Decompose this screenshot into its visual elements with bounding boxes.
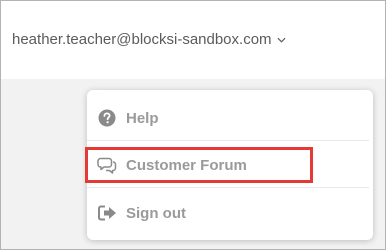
app-frame: heather.teacher@blocksi-sandbox.com Help [0,0,386,250]
menu-item-sign-out-label: Sign out [126,204,186,222]
question-circle-icon [97,108,117,128]
menu-divider [87,187,369,188]
menu-item-help-label: Help [126,109,159,127]
menu-item-sign-out[interactable]: Sign out [87,190,373,236]
menu-item-help[interactable]: Help [87,95,373,141]
menu-divider [87,140,369,141]
comments-icon [97,155,117,175]
top-bar: heather.teacher@blocksi-sandbox.com [1,1,385,79]
chevron-down-icon [277,37,286,43]
sign-out-icon [97,203,117,223]
account-menu: Help Customer Forum Sign out [87,90,373,240]
account-dropdown-toggle[interactable]: heather.teacher@blocksi-sandbox.com [12,31,286,48]
account-email: heather.teacher@blocksi-sandbox.com [12,31,272,48]
menu-item-customer-forum-label: Customer Forum [126,156,247,174]
menu-item-customer-forum[interactable]: Customer Forum [87,142,373,188]
